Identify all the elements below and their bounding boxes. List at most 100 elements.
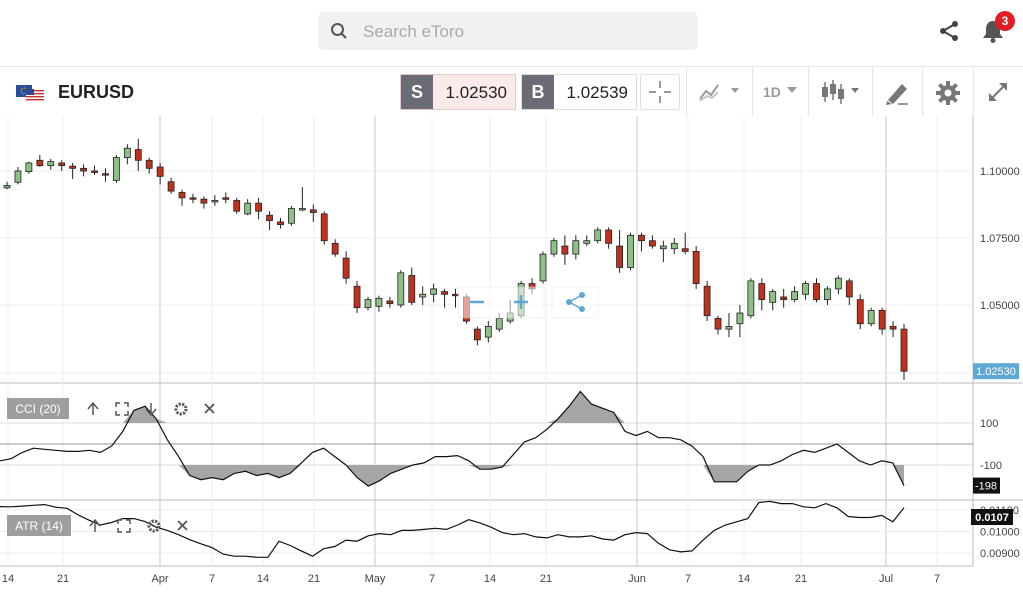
candle-body: [353, 285, 361, 309]
buy-price: 1.02539: [566, 83, 628, 102]
candle-body: [309, 209, 317, 213]
candle-body: [288, 208, 295, 224]
drawing-tools-icon[interactable]: [884, 80, 910, 106]
candle-body: [714, 317, 722, 330]
candle-body: [14, 170, 22, 183]
fullscreen-icon[interactable]: [986, 80, 1010, 104]
candle-body: [867, 309, 875, 325]
x-tick-label: 7: [685, 573, 691, 585]
x-tick-label: 14: [257, 573, 269, 585]
candle-body: [856, 299, 864, 325]
instrument-symbol[interactable]: EURUSD: [58, 82, 134, 103]
x-tick-label: 7: [934, 573, 940, 585]
zoom-controls[interactable]: [457, 286, 545, 319]
candle-body: [845, 280, 853, 298]
candle-body: [430, 288, 438, 295]
candle-body: [791, 291, 799, 301]
candle-body: [441, 291, 448, 295]
x-tick-label: 21: [308, 573, 320, 585]
candle-body: [342, 257, 350, 279]
candle-body: [539, 253, 547, 282]
x-tick-label: 14: [2, 573, 14, 585]
candle-body: [813, 283, 820, 301]
share-icon[interactable]: [938, 20, 960, 42]
toolbar-divider: [752, 67, 753, 117]
x-tick-label: 7: [429, 573, 435, 585]
candle-body: [91, 170, 98, 173]
search-input[interactable]: Search eToro: [363, 22, 464, 42]
cci-label: CCI (20): [15, 402, 60, 416]
candle-body: [550, 240, 558, 255]
eur-usd-flag-icon: [16, 85, 44, 101]
search-box[interactable]: Search eToro: [318, 12, 698, 50]
chevron-down-icon: [787, 87, 797, 93]
candle-body: [320, 213, 328, 242]
notification-badge: 3: [995, 11, 1015, 31]
candle-body: [298, 208, 306, 211]
candlestick-type-icon[interactable]: [820, 79, 864, 105]
candle-body: [878, 309, 886, 330]
atr-label: ATR (14): [15, 519, 63, 533]
candle-body: [386, 300, 394, 305]
candle-body: [69, 165, 77, 169]
buy-button[interactable]: B 1.02539: [521, 74, 637, 110]
x-tick-label: Jun: [628, 573, 646, 585]
top-bar: Search eToro 3: [0, 0, 1023, 66]
candle-body: [495, 317, 503, 330]
candle-body: [725, 326, 733, 330]
candle-body: [670, 242, 678, 250]
candle-body: [36, 159, 44, 167]
candle-body: [627, 234, 634, 268]
search-icon: [331, 23, 347, 39]
candle-body: [397, 272, 405, 306]
candle-body: [375, 297, 383, 307]
candle-body: [222, 197, 230, 200]
x-tick-label: 14: [484, 573, 496, 585]
y-tick-label: -100: [980, 460, 1002, 472]
candle-body: [561, 245, 569, 255]
sell-button[interactable]: S 1.02530: [400, 74, 516, 110]
candle-body: [638, 234, 645, 242]
candle-body: [802, 283, 809, 295]
x-tick-label: 7: [209, 573, 215, 585]
candle-body: [25, 162, 33, 172]
x-tick-label: 21: [540, 573, 552, 585]
candle-body: [834, 277, 842, 290]
y-tick-label: 1.10000: [980, 166, 1020, 178]
candle-body: [200, 198, 208, 204]
candle-body: [659, 245, 667, 250]
crosshair-button[interactable]: [640, 74, 680, 110]
candle-body: [681, 248, 689, 252]
x-tick-label: 21: [795, 573, 807, 585]
candle-body: [211, 200, 219, 203]
candle-body: [331, 242, 339, 255]
candle-body: [649, 240, 656, 247]
candle-body: [156, 166, 164, 177]
candle-body: [102, 173, 109, 176]
candle-body: [824, 288, 831, 301]
settings-icon[interactable]: [935, 80, 961, 106]
x-tick-label: 21: [57, 573, 69, 585]
y-tick-label: 1.05000: [980, 300, 1020, 312]
last-price-label: 1.02530: [976, 366, 1016, 378]
x-tick-label: 14: [738, 573, 750, 585]
candle-body: [594, 229, 602, 242]
candle-body: [484, 326, 492, 338]
candle-body: [758, 283, 766, 301]
toolbar-divider: [872, 67, 873, 117]
candle-body: [134, 149, 142, 161]
candle-body: [112, 157, 120, 181]
timeframe-selector[interactable]: 1D: [763, 84, 781, 100]
candle-body: [419, 293, 427, 298]
candle-body: [572, 240, 580, 255]
price-chart[interactable]: 14 21 Apr 7 14 21 May 7 14 21 Jun 7 14 21 Jul 7 1.10000 1…: [0, 116, 1023, 595]
candle-body: [780, 296, 788, 301]
share-chart-icon[interactable]: [551, 286, 599, 319]
candle-body: [692, 250, 700, 284]
compare-chart-icon[interactable]: [698, 81, 744, 103]
candle-body: [747, 280, 755, 317]
candle-body: [364, 299, 372, 309]
sell-tag: S: [401, 75, 433, 109]
candle-body: [889, 326, 897, 330]
share-chart-background: [551, 286, 599, 319]
